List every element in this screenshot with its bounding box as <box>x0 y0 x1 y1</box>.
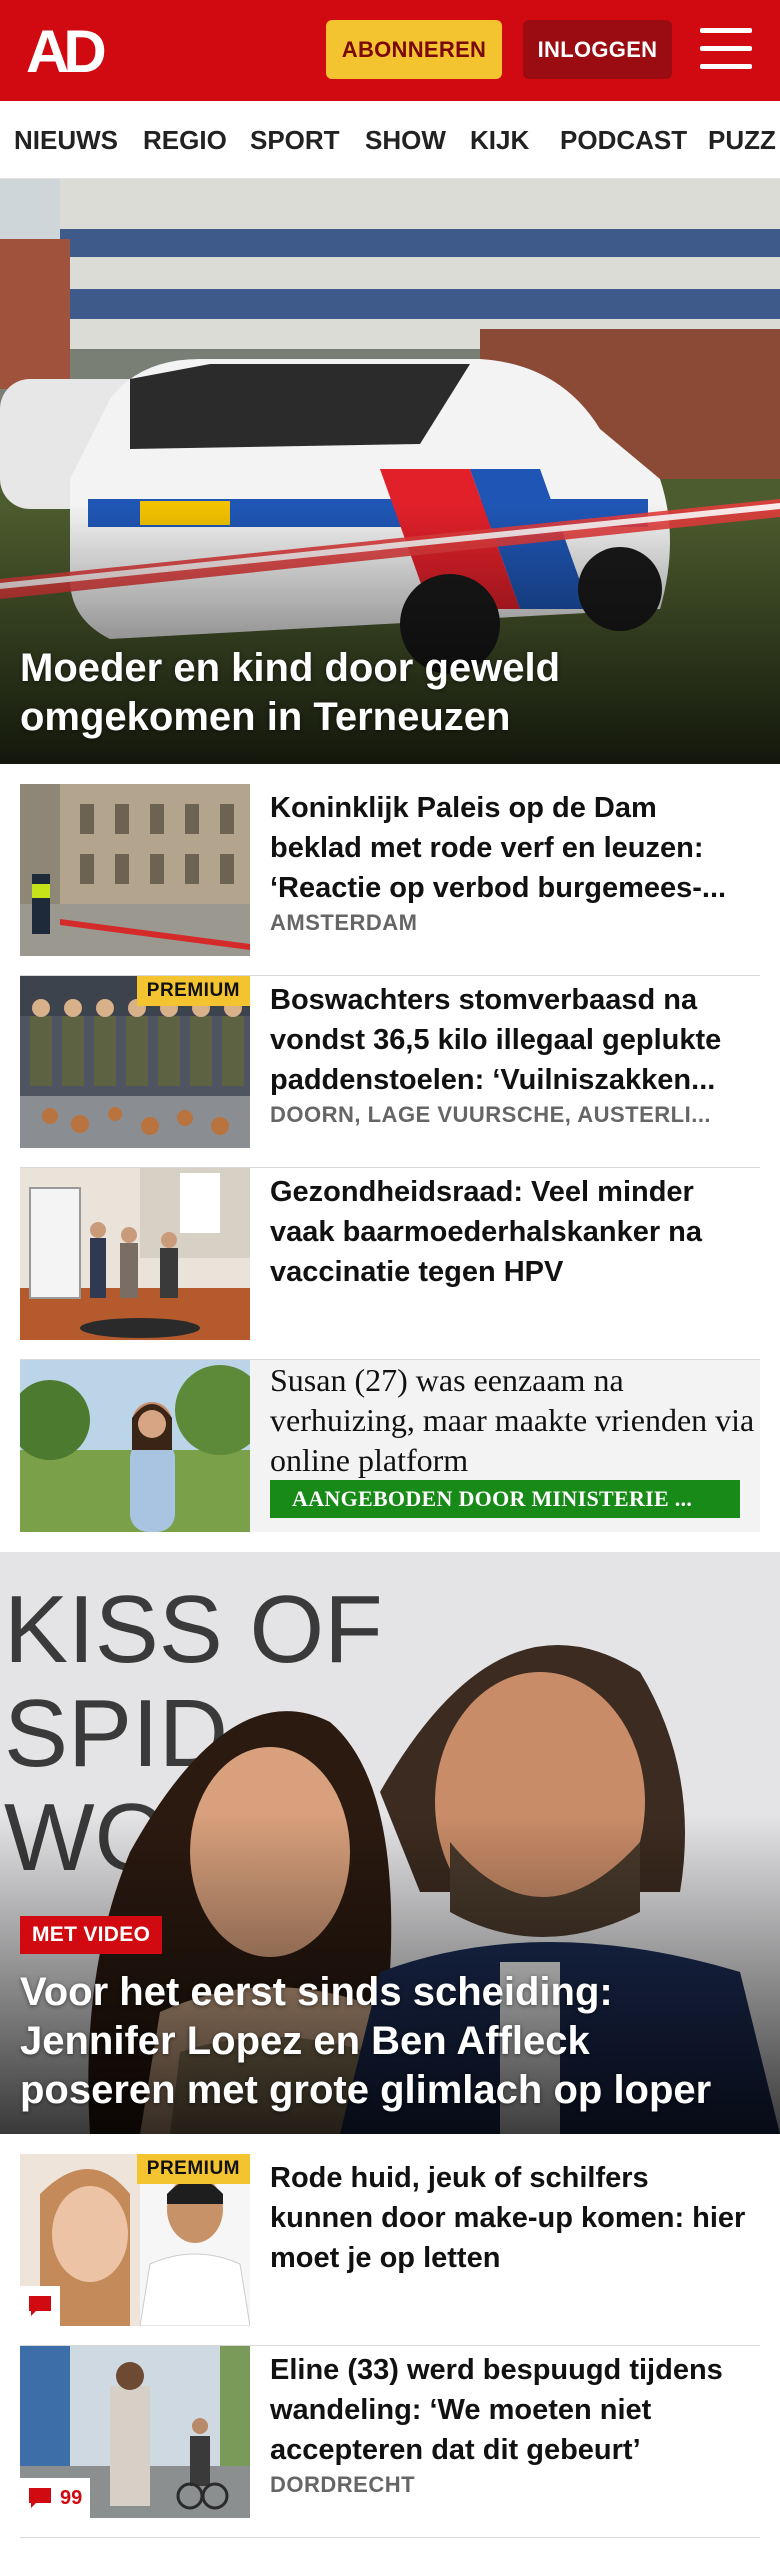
site-header: AD ABONNEREN INLOGGEN <box>0 0 780 101</box>
hero-article-lopez-affleck[interactable]: KISS OF SPID WOM Voor het eerst sinds sc… <box>0 1552 780 2134</box>
ad-logo[interactable]: AD <box>26 22 116 78</box>
article-row[interactable]: PREMIUM Boswachters stomverbaasd na vond… <box>20 976 760 1168</box>
article-thumbnail <box>20 784 250 956</box>
sponsored-label: AANGEBODEN DOOR MINISTERIE ... <box>270 1480 740 1518</box>
article-location: AMSTERDAM <box>270 910 418 935</box>
article-headline[interactable]: Boswachters stomverbaasd na vondst 36,5 … <box>270 980 756 1100</box>
article-row[interactable]: PREMIUM Rode huid, jeuk of schilfers kun… <box>20 2154 760 2346</box>
article-headline[interactable]: Koninklijk Paleis op de Dam beklad met r… <box>270 788 756 908</box>
hero-headline[interactable]: Moeder en kind door geweld omgekomen in … <box>20 644 740 742</box>
nav-item-sport[interactable]: SPORT <box>250 101 340 178</box>
article-row[interactable]: 99 Eline (33) werd bespuugd tijdens wand… <box>20 2346 760 2538</box>
article-location: DORDRECHT <box>270 2472 416 2497</box>
login-button[interactable]: INLOGGEN <box>523 20 672 79</box>
comment-bubble-icon <box>29 2488 51 2508</box>
nav-item-puzzels[interactable]: PUZZ <box>708 101 776 178</box>
comment-count: 99 <box>60 2486 83 2509</box>
comments-link[interactable] <box>20 2286 60 2326</box>
nav-item-regio[interactable]: REGIO <box>143 101 227 178</box>
article-location: DOORN, LAGE VUURSCHE, AUSTERLI... <box>270 1102 712 1127</box>
article-thumbnail <box>20 1168 250 1340</box>
article-thumbnail: PREMIUM <box>20 2154 250 2326</box>
comments-link[interactable]: 99 <box>20 2478 91 2518</box>
video-badge: MET VIDEO <box>20 1916 163 1954</box>
premium-badge: PREMIUM <box>136 976 250 1006</box>
article-row[interactable]: Koninklijk Paleis op de Dam beklad met r… <box>20 784 760 976</box>
subscribe-button[interactable]: ABONNEREN <box>326 20 502 79</box>
sponsored-article[interactable]: Susan (27) was eenzaam na verhuizing, ma… <box>20 1360 760 1532</box>
sponsored-thumbnail <box>20 1360 250 1532</box>
logo-text: AD <box>26 22 104 78</box>
section-nav: NIEUWS REGIO SPORT SHOW KIJK PODCAST PUZ… <box>0 101 780 179</box>
hamburger-menu-icon[interactable] <box>700 24 752 74</box>
article-thumbnail: 99 <box>20 2346 250 2518</box>
article-headline[interactable]: Gezondheidsraad: Veel minder vaak baarmo… <box>270 1172 756 1292</box>
article-headline[interactable]: Eline (33) werd bespuugd tijdens wandeli… <box>270 2350 756 2470</box>
nav-item-podcast[interactable]: PODCAST <box>560 101 687 178</box>
article-thumbnail: PREMIUM <box>20 976 250 1148</box>
sponsored-headline[interactable]: Susan (27) was eenzaam na verhuizing, ma… <box>270 1360 756 1480</box>
hero-headline[interactable]: Voor het eerst sinds scheiding: Jennifer… <box>20 1968 740 2115</box>
premium-badge: PREMIUM <box>136 2154 250 2184</box>
article-headline[interactable]: Rode huid, jeuk of schilfers kunnen door… <box>270 2158 756 2278</box>
hero-article-terneuzen[interactable]: Moeder en kind door geweld omgekomen in … <box>0 179 780 764</box>
backdrop-text-1: KISS OF <box>4 1576 383 1683</box>
nav-item-nieuws[interactable]: NIEUWS <box>14 101 118 178</box>
nav-item-kijk[interactable]: KIJK <box>470 101 529 178</box>
nav-item-show[interactable]: SHOW <box>365 101 446 178</box>
comment-bubble-icon <box>29 2296 51 2316</box>
article-row[interactable]: Gezondheidsraad: Veel minder vaak baarmo… <box>20 1168 760 1360</box>
